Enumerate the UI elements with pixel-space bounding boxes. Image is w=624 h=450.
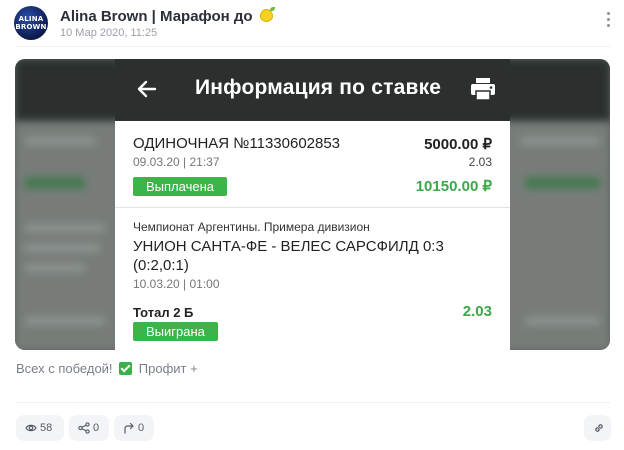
footer-divider bbox=[15, 402, 610, 403]
channel-name-link[interactable]: Alina Brown | Марафон до bbox=[60, 7, 275, 25]
payout-amount: 10150.00 ₽ bbox=[415, 178, 492, 195]
channel-name-text: Alina Brown | Марафон до bbox=[60, 8, 253, 25]
copy-link-button[interactable] bbox=[584, 415, 611, 441]
section-divider bbox=[115, 207, 510, 208]
bet-amount: 5000.00 ₽ bbox=[424, 136, 492, 153]
match-date: 10.03.20 | 01:00 bbox=[133, 277, 220, 291]
check-mark-icon bbox=[119, 362, 133, 375]
bet-type-odds: 2.03 bbox=[462, 303, 492, 320]
app-bar: Информация по ставке bbox=[115, 59, 510, 121]
eye-icon bbox=[25, 424, 37, 432]
championship-name: Чемпионат Аргентины. Примера дивизион bbox=[133, 220, 370, 234]
avatar-text-line1: ALINA bbox=[18, 15, 44, 23]
caption-text-after: Профит + bbox=[138, 361, 198, 376]
lemon-emoji-icon bbox=[259, 7, 275, 22]
screen-title: Информация по ставке bbox=[195, 76, 442, 99]
views-counter[interactable]: 58 bbox=[16, 415, 64, 441]
caption-text-before: Всех с победой! bbox=[16, 361, 113, 376]
post-header: ALINA BROWN Alina Brown | Марафон до 10 … bbox=[14, 6, 614, 42]
forward-arrow-icon bbox=[124, 422, 134, 434]
printer-icon bbox=[471, 78, 495, 101]
link-icon bbox=[595, 424, 603, 432]
bet-date: 09.03.20 | 21:37 bbox=[133, 155, 220, 169]
avatar[interactable]: ALINA BROWN bbox=[14, 6, 48, 40]
views-count: 58 bbox=[40, 422, 53, 434]
post-date: 10 Мар 2020, 11:25 bbox=[60, 27, 158, 39]
match-name: УНИОН САНТА-ФЕ - ВЕЛЕС САРСФИЛД 0:3 (0:2… bbox=[133, 238, 444, 274]
header-divider bbox=[15, 46, 610, 47]
status-badge-won: Выиграна bbox=[133, 322, 218, 341]
status-badge-paid: Выплачена bbox=[133, 177, 227, 196]
forward-button[interactable]: 0 bbox=[114, 415, 154, 441]
bet-type: Тотал 2 Б bbox=[133, 305, 194, 320]
avatar-text-line2: BROWN bbox=[15, 23, 47, 31]
more-options-icon[interactable] bbox=[604, 12, 612, 30]
post-image[interactable]: Информация по ставке ОДИНОЧНАЯ №11330602… bbox=[15, 59, 610, 350]
arrow-left-icon bbox=[137, 80, 157, 98]
bet-info-screen: Информация по ставке ОДИНОЧНАЯ №11330602… bbox=[115, 59, 510, 350]
reposts-button[interactable]: 0 bbox=[69, 415, 109, 441]
bet-odds: 2.03 bbox=[468, 155, 492, 169]
share-nodes-icon bbox=[78, 422, 90, 434]
reposts-count: 0 bbox=[93, 422, 100, 434]
forward-count: 0 bbox=[138, 422, 145, 434]
post-caption: Всех с победой! Профит + bbox=[16, 361, 198, 376]
